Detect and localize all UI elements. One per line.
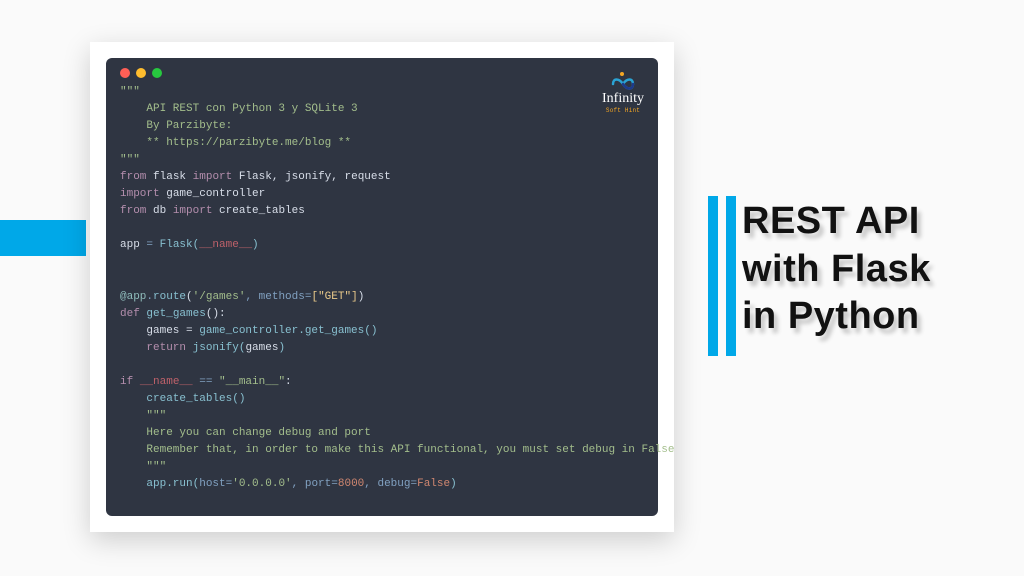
code-token: def xyxy=(120,308,140,320)
code-token: app xyxy=(120,239,140,251)
code-token: ** https://parzibyte.me/blog ** xyxy=(120,137,351,149)
zoom-icon xyxy=(152,68,162,78)
brand-name: Infinity xyxy=(602,92,644,106)
code-token: ) xyxy=(450,478,457,490)
code-token: db xyxy=(153,205,166,217)
accent-bar xyxy=(708,196,718,356)
code-token: ) xyxy=(278,342,285,354)
code-token: from xyxy=(120,171,146,183)
code-token: """ xyxy=(146,461,166,473)
code-token: flask xyxy=(153,171,186,183)
code-token: game_controller xyxy=(166,188,265,200)
code-token: , methods= xyxy=(245,291,311,303)
accent-bar xyxy=(726,196,736,356)
code-token: from xyxy=(120,205,146,217)
code-token: create_tables() xyxy=(120,393,245,405)
code-token: Here you can change debug and port xyxy=(120,427,371,439)
code-token: = xyxy=(140,239,160,251)
code-token: """ xyxy=(146,410,166,422)
code-token: """ xyxy=(120,86,140,98)
code-token: create_tables xyxy=(219,205,305,217)
code-token: '/games' xyxy=(193,291,246,303)
title-line: REST API xyxy=(742,200,920,242)
code-token: games = xyxy=(120,325,199,337)
code-token: By Parzibyte: xyxy=(120,120,232,132)
code-terminal: Infinity Soft Hint """ API REST con Pyth… xyxy=(106,58,658,516)
code-card: Infinity Soft Hint """ API REST con Pyth… xyxy=(90,42,674,532)
code-token: , debug= xyxy=(364,478,417,490)
code-token: __name__ xyxy=(199,239,252,251)
code-token: API REST con Python 3 y SQLite 3 xyxy=(120,103,358,115)
title-line: with Flask xyxy=(742,248,931,290)
left-accent-bar xyxy=(0,220,86,256)
code-token: '0.0.0.0' xyxy=(232,478,291,490)
code-token: : xyxy=(285,376,292,388)
window-traffic-lights xyxy=(120,68,644,78)
code-token: import xyxy=(193,171,233,183)
minimize-icon xyxy=(136,68,146,78)
code-token: @app xyxy=(120,291,146,303)
code-token: if xyxy=(120,376,133,388)
code-token: return xyxy=(146,342,186,354)
code-token: get_games xyxy=(146,308,205,320)
code-token: jsonify( xyxy=(186,342,245,354)
brand-logo: Infinity Soft Hint xyxy=(602,70,644,115)
code-token: request xyxy=(345,171,391,183)
code-token: route xyxy=(153,291,186,303)
code-token: False xyxy=(417,478,450,490)
code-token: : xyxy=(219,308,226,320)
code-token: , port= xyxy=(292,478,338,490)
code-token: == xyxy=(193,376,219,388)
code-token: "__main__" xyxy=(219,376,285,388)
code-token: Flask xyxy=(239,171,272,183)
code-token: ) xyxy=(252,239,259,251)
code-token: app.run( xyxy=(120,478,199,490)
code-token: 8000 xyxy=(338,478,364,490)
page-title-block: REST API with Flask in Python xyxy=(742,198,1007,341)
code-token: import xyxy=(120,188,160,200)
code-token: import xyxy=(173,205,213,217)
code-token: Flask( xyxy=(160,239,200,251)
code-token: game_controller.get_games() xyxy=(199,325,377,337)
code-block: """ API REST con Python 3 y SQLite 3 By … xyxy=(120,84,644,493)
title-accent-bars xyxy=(708,196,736,356)
brand-subtitle: Soft Hint xyxy=(602,106,644,115)
code-token: """ xyxy=(120,154,140,166)
code-token: Remember that, in order to make this API… xyxy=(120,444,675,456)
code-token: ( xyxy=(186,291,193,303)
code-token: ) xyxy=(358,291,365,303)
code-token: host= xyxy=(199,478,232,490)
title-line: in Python xyxy=(742,295,920,337)
code-token: ["GET"] xyxy=(311,291,357,303)
page-title: REST API with Flask in Python xyxy=(742,198,1007,341)
infinity-icon xyxy=(609,70,637,90)
close-icon xyxy=(120,68,130,78)
code-token: games xyxy=(245,342,278,354)
code-token: jsonify xyxy=(285,171,331,183)
code-token: __name__ xyxy=(140,376,193,388)
